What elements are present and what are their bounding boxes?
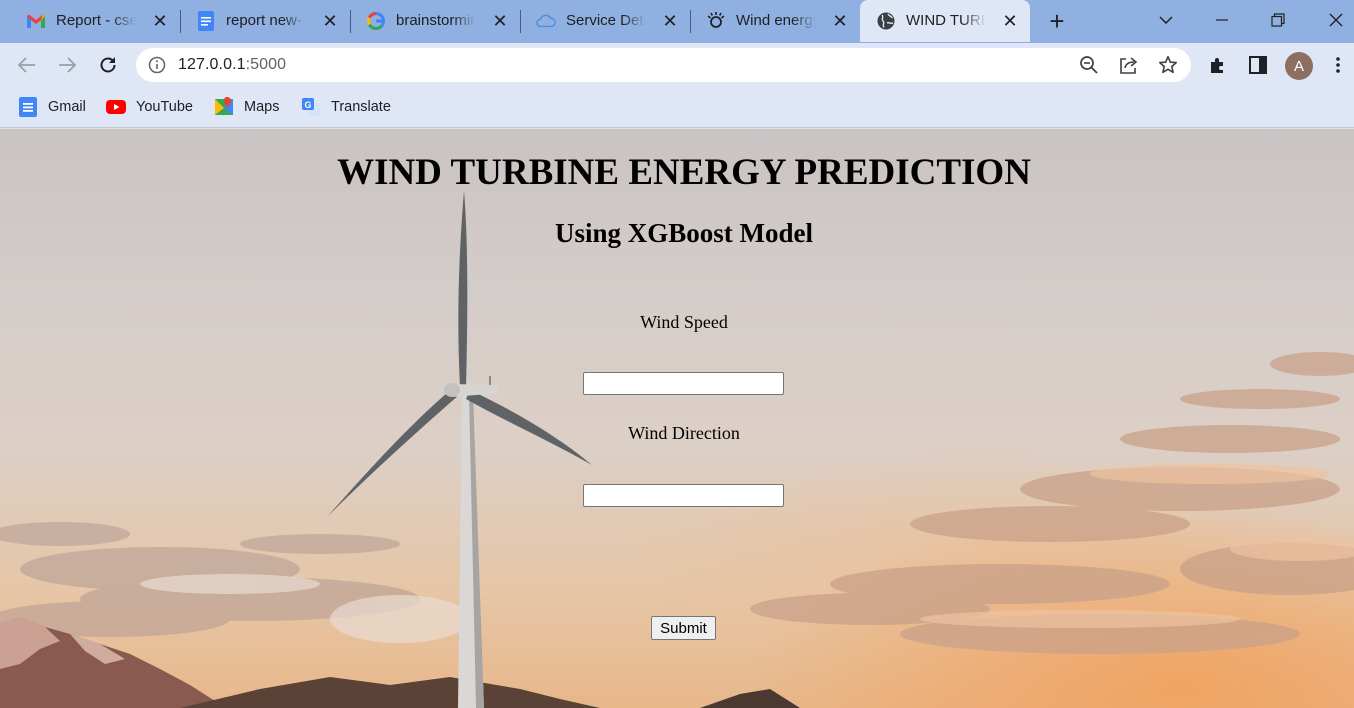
close-icon[interactable]: ✕	[150, 11, 170, 31]
address-bar[interactable]: 127.0.0.1:5000	[136, 48, 1191, 82]
url-host: 127.0.0.1	[178, 56, 246, 73]
submit-button[interactable]: Submit	[651, 616, 716, 640]
google-icon	[366, 11, 386, 31]
browser-toolbar: 127.0.0.1:5000 A	[0, 43, 1354, 88]
side-panel-icon[interactable]	[1246, 53, 1270, 77]
bookmark-maps[interactable]: Maps	[214, 96, 279, 118]
tab-report[interactable]: Report - cse1( ✕	[10, 0, 180, 42]
wind-direction-input[interactable]	[583, 484, 784, 507]
tab-strip: Report - cse1( ✕ report new-1. ✕ brainst…	[0, 0, 1354, 43]
extensions-icon[interactable]	[1206, 53, 1230, 77]
tab-wind-energy[interactable]: Wind energy ✕	[690, 0, 860, 42]
close-icon[interactable]: ✕	[320, 11, 340, 31]
url-text: 127.0.0.1:5000	[178, 56, 286, 74]
cloud-icon	[536, 11, 556, 31]
url-port: :5000	[245, 56, 287, 73]
web-page: WIND TURBINE ENERGY PREDICTION Using XGB…	[0, 129, 1354, 708]
close-icon[interactable]: ✕	[490, 11, 510, 31]
tab-title: brainstorming	[396, 12, 476, 29]
forward-icon[interactable]	[53, 51, 81, 79]
site-info-icon[interactable]	[148, 56, 166, 74]
tab-wind-turbine[interactable]: WIND TURBIN ✕	[860, 0, 1030, 42]
tab-title: Report - cse1(	[56, 12, 136, 29]
docs-icon	[18, 97, 38, 117]
bookmark-translate[interactable]: G Translate	[301, 96, 391, 118]
share-icon[interactable]	[1118, 54, 1140, 76]
bookmarks-bar: Gmail YouTube Maps G Translate	[0, 88, 1354, 128]
new-tab-button[interactable]: +	[1044, 8, 1070, 35]
tab-brainstorming[interactable]: brainstorming ✕	[350, 0, 520, 42]
bookmark-label: YouTube	[136, 99, 193, 115]
tab-title: Wind energy	[736, 12, 816, 29]
wind-direction-label: Wind Direction	[628, 423, 740, 443]
prediction-form-page: WIND TURBINE ENERGY PREDICTION Using XGB…	[0, 129, 1354, 708]
svg-text:G: G	[304, 100, 311, 110]
bookmark-label: Translate	[331, 99, 391, 115]
page-title: WIND TURBINE ENERGY PREDICTION	[337, 152, 1031, 193]
tab-report-new[interactable]: report new-1. ✕	[180, 0, 350, 42]
close-icon[interactable]: ✕	[660, 11, 680, 31]
reload-icon[interactable]	[94, 51, 122, 79]
back-icon[interactable]	[13, 51, 41, 79]
youtube-icon	[106, 97, 126, 117]
bookmark-star-icon[interactable]	[1157, 54, 1179, 76]
bookmark-label: Gmail	[48, 99, 86, 115]
bookmark-label: Maps	[244, 99, 280, 115]
restore-icon[interactable]	[1258, 0, 1298, 40]
bookmark-youtube[interactable]: YouTube	[106, 96, 193, 118]
globe-icon	[876, 11, 896, 31]
bookmark-gmail[interactable]: Gmail	[18, 96, 86, 118]
tab-title: WIND TURBIN	[906, 12, 986, 29]
close-window-icon[interactable]	[1316, 0, 1354, 40]
menu-kebab-icon[interactable]	[1326, 53, 1350, 77]
zoom-icon[interactable]	[1078, 54, 1100, 76]
tab-title: report new-1.	[226, 12, 306, 29]
page-subtitle: Using XGBoost Model	[554, 218, 814, 248]
translate-icon: G	[301, 97, 321, 117]
tab-service-detail[interactable]: Service Detail ✕	[520, 0, 690, 42]
minimize-icon[interactable]	[1202, 0, 1242, 40]
close-icon[interactable]: ✕	[830, 11, 850, 31]
profile-avatar[interactable]: A	[1285, 52, 1313, 80]
tab-search-icon[interactable]	[1146, 0, 1186, 40]
docs-icon	[196, 11, 216, 31]
maps-icon	[214, 97, 234, 117]
tab-title: Service Detail	[566, 12, 646, 29]
gmail-icon	[26, 11, 46, 31]
ibm-icon	[706, 11, 726, 31]
wind-speed-label: Wind Speed	[640, 312, 728, 332]
wind-speed-input[interactable]	[583, 372, 784, 395]
close-icon[interactable]: ✕	[1000, 11, 1020, 31]
